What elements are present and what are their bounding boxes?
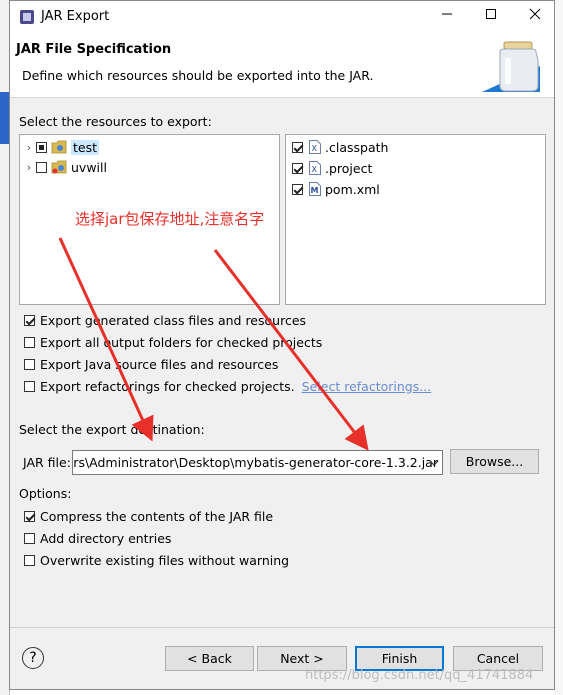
minimize-button[interactable] xyxy=(432,5,462,27)
options-label: Options: xyxy=(19,486,72,501)
svg-text:X: X xyxy=(312,165,318,174)
tree-checkbox[interactable] xyxy=(36,141,47,153)
compress-checkbox[interactable] xyxy=(24,510,35,522)
svg-text:X: X xyxy=(312,144,318,153)
export-class-files-checkbox[interactable] xyxy=(24,314,35,326)
page-description: Define which resources should be exporte… xyxy=(22,68,374,83)
annotation-text: 选择jar包保存地址,注意名字 xyxy=(75,210,265,228)
file-item-label: .classpath xyxy=(325,139,389,155)
export-output-folders-option[interactable]: Export all output folders for checked pr… xyxy=(24,333,322,351)
background-ide-strip-right xyxy=(555,0,563,695)
file-checkbox[interactable] xyxy=(292,141,303,153)
wizard-banner: JAR File Specification Define which reso… xyxy=(10,32,554,98)
compress-option[interactable]: Compress the contents of the JAR file xyxy=(24,507,273,525)
back-button[interactable]: < Back xyxy=(165,646,254,671)
file-item-project[interactable]: X .project xyxy=(292,159,372,177)
option-label: Compress the contents of the JAR file xyxy=(40,508,274,524)
title-bar: JAR Export xyxy=(10,1,554,32)
jar-wizard-icon xyxy=(482,41,540,92)
xml-file-icon: X xyxy=(309,161,321,175)
add-directory-option[interactable]: Add directory entries xyxy=(24,529,171,547)
svg-text:M: M xyxy=(311,186,319,195)
add-directory-checkbox[interactable] xyxy=(24,532,35,544)
file-checkbox[interactable] xyxy=(292,183,303,195)
option-label: Export generated class files and resourc… xyxy=(40,312,307,328)
export-refactorings-option[interactable]: Export refactorings for checked projects… xyxy=(24,377,431,395)
maven-pom-icon: M xyxy=(309,182,321,196)
option-label: Add directory entries xyxy=(40,530,172,546)
jar-file-label: JAR file: xyxy=(23,455,71,470)
export-source-files-option[interactable]: Export Java source files and resources xyxy=(24,355,278,373)
java-project-icon xyxy=(51,160,67,174)
file-item-pom[interactable]: M pom.xml xyxy=(292,180,380,198)
select-refactorings-link[interactable]: Select refactorings... xyxy=(302,379,431,394)
window-title: JAR Export xyxy=(41,9,110,24)
file-checkbox[interactable] xyxy=(292,162,303,174)
java-project-icon xyxy=(51,140,67,154)
resources-label: Select the resources to export: xyxy=(19,114,212,129)
close-button[interactable] xyxy=(520,5,550,27)
option-label: Export all output folders for checked pr… xyxy=(40,334,323,350)
file-item-label: pom.xml xyxy=(325,181,380,197)
file-list[interactable]: X .classpath X .project M pom.xml xyxy=(285,134,546,305)
chevron-down-icon[interactable] xyxy=(427,456,441,470)
footer-separator xyxy=(10,627,554,628)
file-item-label: .project xyxy=(325,160,373,176)
export-output-folders-checkbox[interactable] xyxy=(24,336,35,348)
browse-button[interactable]: Browse... xyxy=(450,449,539,474)
jar-export-dialog: JAR Export JAR File Specification Define… xyxy=(9,0,555,690)
option-label: Overwrite existing files without warning xyxy=(40,552,290,568)
maximize-icon xyxy=(486,9,496,19)
help-icon[interactable]: ? xyxy=(22,647,44,669)
tree-item-test[interactable]: › test xyxy=(22,138,100,156)
jar-file-input[interactable]: C:\Users\Administrator\Desktop\mybatis-g… xyxy=(72,450,443,475)
page-title: JAR File Specification xyxy=(16,42,172,57)
overwrite-option[interactable]: Overwrite existing files without warning xyxy=(24,551,289,569)
destination-label: Select the export destination: xyxy=(19,422,205,437)
option-label: Export Java source files and resources xyxy=(40,356,279,372)
chevron-right-icon[interactable]: › xyxy=(22,161,36,174)
watermark-text: https://blog.csdn.net/qq_41741884 xyxy=(305,668,534,683)
app-icon xyxy=(20,10,34,24)
chevron-right-icon[interactable]: › xyxy=(22,141,36,154)
option-label: Export refactorings for checked projects… xyxy=(40,378,295,394)
export-source-files-checkbox[interactable] xyxy=(24,358,35,370)
minimize-icon xyxy=(442,13,452,15)
close-icon xyxy=(529,8,541,20)
export-refactorings-checkbox[interactable] xyxy=(24,380,35,392)
xml-file-icon: X xyxy=(309,140,321,154)
export-class-files-option[interactable]: Export generated class files and resourc… xyxy=(24,311,306,329)
overwrite-checkbox[interactable] xyxy=(24,554,35,566)
tree-checkbox[interactable] xyxy=(36,161,47,173)
file-item-classpath[interactable]: X .classpath xyxy=(292,138,388,156)
tree-item-label: uvwill xyxy=(71,159,107,175)
tree-item-label: test xyxy=(71,139,100,155)
tree-item-uvwill[interactable]: › uvwill xyxy=(22,158,107,176)
maximize-button[interactable] xyxy=(476,5,506,27)
